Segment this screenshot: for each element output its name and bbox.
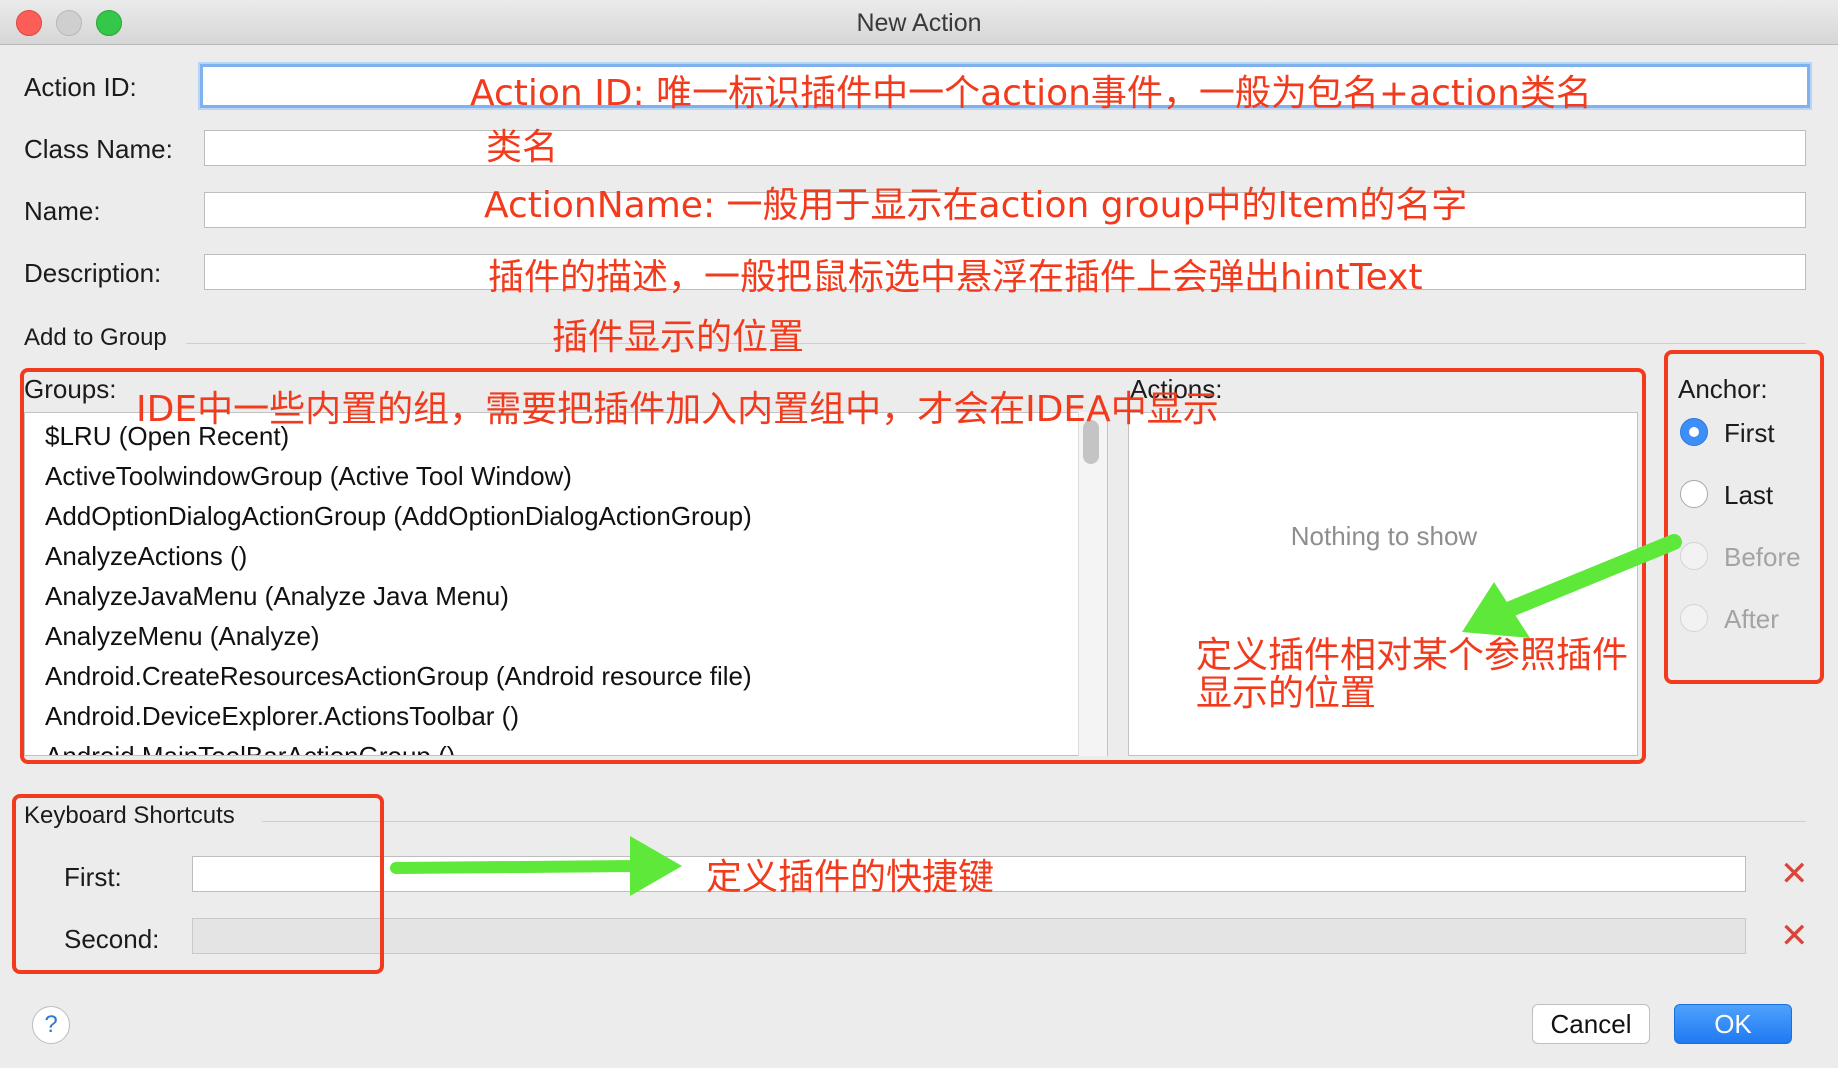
annotation-arrows [390,534,1682,896]
anchor-arrow-icon [1462,534,1682,638]
shortcut-arrow-icon [390,836,682,896]
